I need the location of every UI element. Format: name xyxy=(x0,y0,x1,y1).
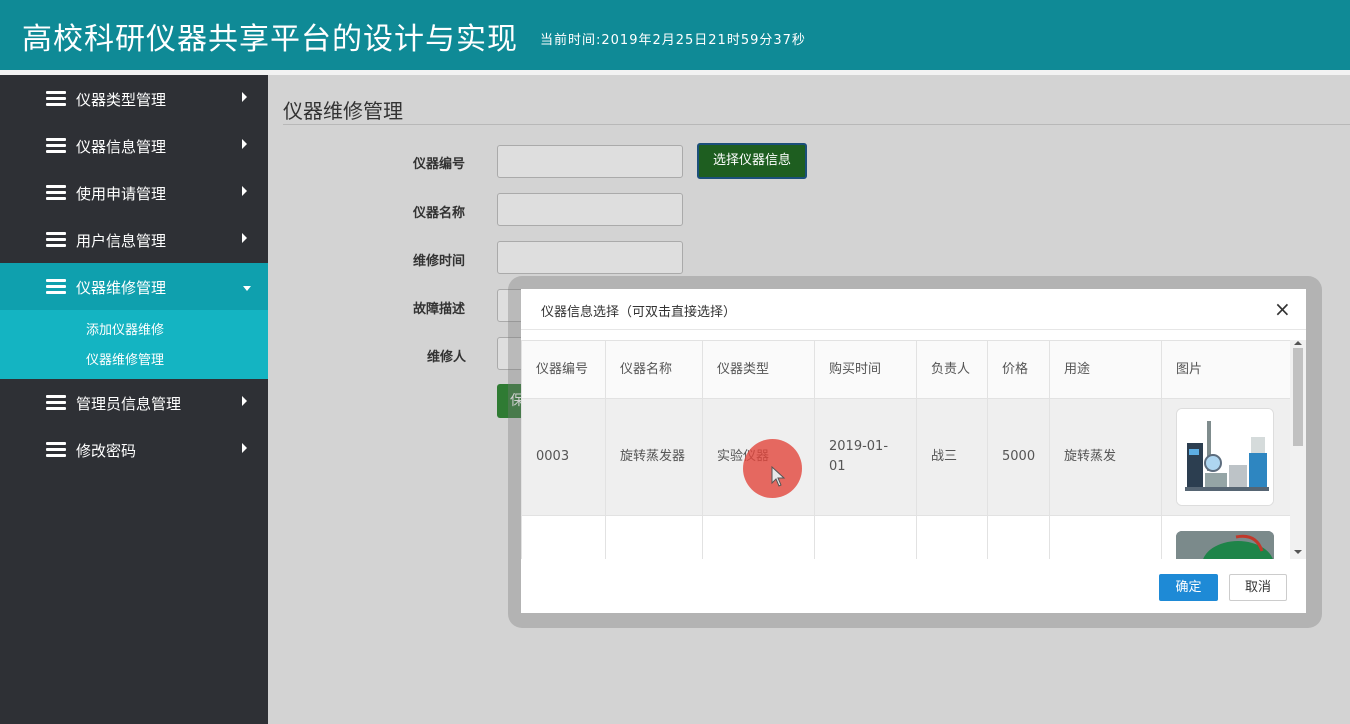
sidebar: 仪器类型管理 仪器信息管理 使用申请管理 用户信息管理 仪器维修管理 添加仪器维… xyxy=(0,75,268,724)
device-photo xyxy=(1176,531,1274,559)
device-name-label: 仪器名称 xyxy=(413,206,466,221)
layers-icon xyxy=(46,232,66,248)
layers-icon xyxy=(46,279,66,295)
sidebar-item-device-type[interactable]: 仪器类型管理 xyxy=(0,75,268,122)
mouse-pointer-icon xyxy=(771,466,786,487)
caret-right-icon xyxy=(242,396,247,406)
cell-device-no xyxy=(521,515,606,559)
cell-usage: 旋转蒸发 xyxy=(1049,398,1162,516)
cancel-button[interactable]: 取消 xyxy=(1229,574,1287,601)
device-no-input[interactable] xyxy=(497,145,683,178)
sidebar-item-usage-request[interactable]: 使用申请管理 xyxy=(0,169,268,216)
device-photo-graphic xyxy=(1176,531,1274,559)
cell-price: 5000 xyxy=(987,398,1050,516)
cell-image xyxy=(1161,515,1290,559)
cell-owner xyxy=(916,515,988,559)
cell-usage xyxy=(1049,515,1162,559)
confirm-button[interactable]: 确定 xyxy=(1159,574,1218,601)
table-row[interactable] xyxy=(521,515,1290,559)
layers-icon xyxy=(46,185,66,201)
cell-device-name: 旋转蒸发器 xyxy=(605,398,703,516)
caret-right-icon xyxy=(242,92,247,102)
cell-device-type xyxy=(702,515,815,559)
column-header[interactable]: 负责人 xyxy=(916,340,988,399)
device-select-modal: 仪器信息选择（可双击直接选择） × 仪器编号 仪器名称 仪器类型 购买时间 负责… xyxy=(521,289,1306,613)
sidebar-item-label: 管理员信息管理 xyxy=(76,395,182,413)
layers-icon xyxy=(46,138,66,154)
sidebar-item-label: 仪器信息管理 xyxy=(76,138,167,156)
column-header[interactable]: 用途 xyxy=(1049,340,1162,399)
device-photo xyxy=(1176,408,1274,506)
repair-time-label: 维修时间 xyxy=(413,254,466,269)
caret-right-icon xyxy=(242,443,247,453)
column-header[interactable]: 仪器类型 xyxy=(702,340,815,399)
column-header[interactable]: 仪器编号 xyxy=(521,340,606,399)
sidebar-item-device-info[interactable]: 仪器信息管理 xyxy=(0,122,268,169)
cell-device-no: 0003 xyxy=(521,398,606,516)
device-photo-graphic xyxy=(1177,409,1273,505)
modal-title: 仪器信息选择（可双击直接选择） xyxy=(541,305,737,320)
caret-right-icon xyxy=(242,186,247,196)
table-row[interactable]: 0003 旋转蒸发器 实验仪器 2019-01-01 战三 5000 旋转蒸发 xyxy=(521,398,1290,516)
modal-divider xyxy=(521,329,1306,330)
cell-device-name xyxy=(605,515,703,559)
column-header[interactable]: 仪器名称 xyxy=(605,340,703,399)
column-header[interactable]: 图片 xyxy=(1161,340,1290,399)
device-table: 仪器编号 仪器名称 仪器类型 购买时间 负责人 价格 用途 图片 0003 旋转… xyxy=(521,340,1290,559)
layers-icon xyxy=(46,395,66,411)
app-header: 高校科研仪器共享平台的设计与实现 当前时间:2019年2月25日21时59分37… xyxy=(0,0,1350,70)
caret-right-icon xyxy=(242,233,247,243)
cell-purchase-date: 2019-01-01 xyxy=(814,398,917,516)
fault-desc-label: 故障描述 xyxy=(413,302,466,317)
scroll-up-icon[interactable] xyxy=(1294,341,1302,345)
sidebar-item-device-repair[interactable]: 仪器维修管理 xyxy=(0,263,268,310)
cell-image xyxy=(1161,398,1290,516)
cell-purchase-date xyxy=(814,515,917,559)
device-table-container: 仪器编号 仪器名称 仪器类型 购买时间 负责人 价格 用途 图片 0003 旋转… xyxy=(521,340,1290,559)
submenu-item-repair-manage[interactable]: 仪器维修管理 xyxy=(0,350,268,380)
layers-icon xyxy=(46,442,66,458)
title-divider xyxy=(283,124,1350,125)
sidebar-item-label: 仪器维修管理 xyxy=(76,279,167,297)
table-scrollbar[interactable] xyxy=(1290,340,1306,559)
device-no-label: 仪器编号 xyxy=(413,157,466,172)
scroll-down-icon[interactable] xyxy=(1294,550,1302,554)
repair-time-input[interactable] xyxy=(497,241,683,274)
cell-owner: 战三 xyxy=(916,398,988,516)
table-header-row: 仪器编号 仪器名称 仪器类型 购买时间 负责人 价格 用途 图片 xyxy=(521,340,1290,399)
cell-price xyxy=(987,515,1050,559)
sidebar-item-label: 用户信息管理 xyxy=(76,232,167,250)
sidebar-item-label: 修改密码 xyxy=(76,442,137,460)
scrollbar-thumb[interactable] xyxy=(1293,348,1303,446)
page-title: 仪器维修管理 xyxy=(283,99,403,123)
sidebar-submenu: 添加仪器维修 仪器维修管理 xyxy=(0,310,268,379)
column-header[interactable]: 购买时间 xyxy=(814,340,917,399)
sidebar-item-label: 使用申请管理 xyxy=(76,185,167,203)
caret-right-icon xyxy=(242,139,247,149)
sidebar-item-change-password[interactable]: 修改密码 xyxy=(0,426,268,473)
caret-down-icon xyxy=(243,286,251,291)
select-device-button[interactable]: 选择仪器信息 xyxy=(697,143,807,179)
current-time: 当前时间:2019年2月25日21时59分37秒 xyxy=(540,33,806,48)
sidebar-item-label: 仪器类型管理 xyxy=(76,91,167,109)
repairer-label: 维修人 xyxy=(427,350,467,365)
layers-icon xyxy=(46,91,66,107)
column-header[interactable]: 价格 xyxy=(987,340,1050,399)
app-title: 高校科研仪器共享平台的设计与实现 xyxy=(22,22,518,57)
submenu-item-add-repair[interactable]: 添加仪器维修 xyxy=(0,320,268,350)
sidebar-item-admin-info[interactable]: 管理员信息管理 xyxy=(0,379,268,426)
device-name-input[interactable] xyxy=(497,193,683,226)
close-icon[interactable]: × xyxy=(1274,299,1291,319)
sidebar-item-user-info[interactable]: 用户信息管理 xyxy=(0,216,268,263)
